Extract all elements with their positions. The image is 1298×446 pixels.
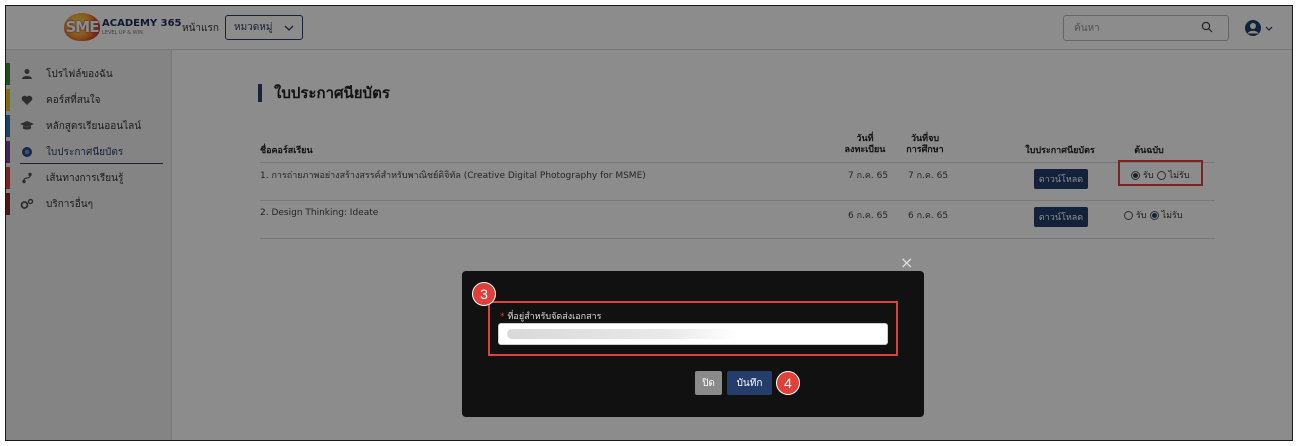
- save-button[interactable]: บันทึก: [727, 371, 772, 395]
- address-field-highlight: * ที่อยู่สำหรับจัดส่งเอกสาร: [488, 301, 898, 356]
- address-input[interactable]: [498, 323, 888, 345]
- address-field-label: * ที่อยู่สำหรับจัดส่งเอกสาร: [500, 312, 602, 322]
- address-modal: * ที่อยู่สำหรับจัดส่งเอกสาร 3 ปิด บันทึก …: [462, 271, 924, 417]
- step-badge-3: 3: [472, 282, 496, 306]
- blurred-address-value: [507, 329, 737, 339]
- app-window: SME ACADEMY 365 LEVEL UP & WIN หน้าแรก ห…: [5, 5, 1293, 441]
- step-badge-4: 4: [776, 371, 800, 395]
- close-icon[interactable]: ×: [900, 253, 913, 272]
- close-button[interactable]: ปิด: [695, 371, 722, 395]
- required-mark: *: [500, 312, 505, 322]
